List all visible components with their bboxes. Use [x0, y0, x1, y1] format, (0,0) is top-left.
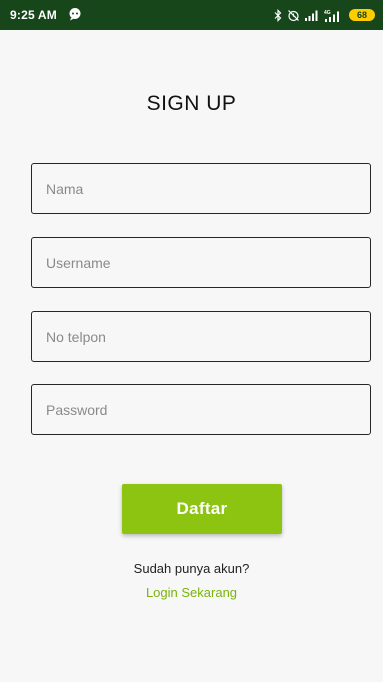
signup-screen: 9:25 AM 4G 68 SIGN UP Nama Username No t… [0, 0, 383, 682]
password-input[interactable] [32, 385, 370, 434]
network-type-label: 4G [324, 10, 331, 16]
status-bar: 9:25 AM 4G 68 [0, 0, 383, 30]
name-input[interactable] [32, 164, 370, 213]
signal-4g-icon: 4G [324, 10, 339, 22]
register-button[interactable]: Daftar [122, 484, 282, 534]
battery-icon: 68 [349, 9, 375, 21]
status-icons: 4G 68 [274, 6, 375, 24]
signal-icon [305, 10, 318, 21]
password-field[interactable] [31, 384, 371, 435]
bluetooth-icon [274, 8, 282, 22]
phone-input[interactable] [32, 312, 370, 361]
page-title: SIGN UP [146, 92, 237, 115]
phone-field[interactable] [31, 311, 371, 362]
alarm-off-icon [288, 9, 299, 21]
chat-icon [69, 8, 81, 21]
login-link[interactable]: Login Sekarang [0, 585, 383, 600]
username-input[interactable] [32, 238, 370, 287]
username-field[interactable] [31, 237, 371, 288]
status-time: 9:25 AM [10, 8, 57, 22]
account-prompt: Sudah punya akun? [133, 561, 250, 576]
name-field[interactable] [31, 163, 371, 214]
